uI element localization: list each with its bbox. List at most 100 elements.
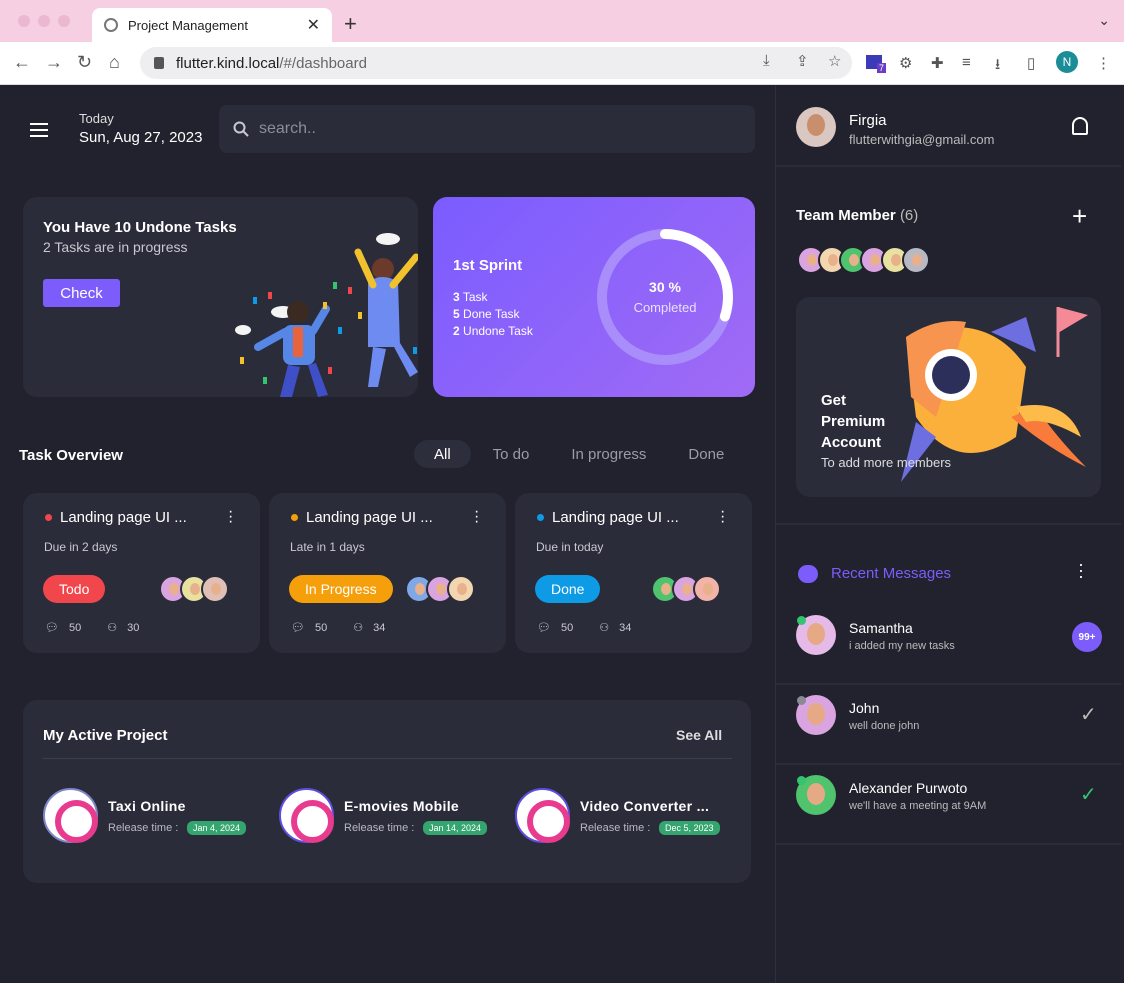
assignee-avatars (651, 575, 721, 603)
back-icon[interactable]: ← (13, 52, 31, 73)
close-tab-icon[interactable]: ✕ (307, 15, 320, 35)
more-options-icon[interactable]: · · · (228, 504, 233, 530)
hamburger-menu-icon[interactable] (30, 123, 48, 141)
add-member-icon[interactable]: + (1072, 201, 1087, 232)
comment-icon: 💬︎ (291, 622, 305, 634)
avatar (447, 575, 475, 603)
task-title: Landing page UI ... (60, 509, 187, 526)
message-sender: John (849, 700, 880, 716)
install-icon[interactable]: ⤓ (763, 52, 770, 69)
tab-in-progress[interactable]: In progress (551, 440, 666, 468)
search-box[interactable] (219, 105, 755, 153)
member-count: 30 (127, 621, 140, 634)
sidepanel-icon[interactable]: ▯ (1027, 54, 1035, 72)
status-badge[interactable]: In Progress (289, 575, 393, 603)
share-icon[interactable]: ⇪ (796, 52, 809, 70)
project-name: E-movies Mobile (344, 798, 459, 814)
team-member-count: (6) (899, 207, 919, 224)
message-item[interactable]: Alexander Purwoto we'll have a meeting a… (776, 765, 1121, 845)
divider (43, 758, 732, 759)
message-preview: we'll have a meeting at 9AM (849, 800, 987, 812)
task-card[interactable]: Landing page UI ... · · · Due in 2 days To… (23, 493, 260, 653)
see-all-link[interactable]: See All (676, 727, 722, 743)
sprint-card: 1st Sprint 3 Task 5 Done Task 2 Undone T… (433, 197, 755, 397)
in-progress-subtitle: 2 Tasks are in progress (43, 239, 188, 255)
tab-todo[interactable]: To do (473, 440, 550, 468)
globe-icon (104, 18, 118, 32)
browser-tab-strip: Project Management ✕ + ⌄ (0, 0, 1124, 42)
today-date: Sun, Aug 27, 2023 (79, 129, 203, 146)
task-meta: 💬︎ 50 ⚇ 30 (45, 621, 140, 635)
extension-badge: 7 (877, 63, 887, 73)
message-item[interactable]: Samantha i added my new tasks 99+ (776, 605, 1121, 685)
message-preview: i added my new tasks (849, 640, 955, 652)
undone-tasks-title: You Have 10 Undone Tasks (43, 219, 237, 236)
unread-count-badge: 99+ (1072, 622, 1102, 652)
status-dot (291, 514, 298, 521)
new-tab-icon[interactable]: + (344, 11, 357, 37)
celebration-illustration (235, 233, 418, 397)
sprint-percent: 30 % (649, 279, 681, 295)
today-label: Today (79, 111, 114, 126)
right-sidebar: Firgia flutterwithgia@gmail.com Team Mem… (775, 85, 1121, 983)
user-avatar[interactable] (796, 107, 836, 147)
team-member-title: Team Member (6) (796, 207, 919, 224)
tab-search-icon[interactable]: ⌄ (1098, 12, 1110, 29)
task-due: Late in 1 days (290, 540, 365, 554)
more-options-icon[interactable]: · · · (474, 504, 479, 530)
address-bar[interactable]: flutter.kind.local/#/dashboard (140, 47, 852, 79)
avatar (201, 575, 229, 603)
home-icon[interactable]: ⌂ (109, 52, 120, 73)
message-sender: Samantha (849, 620, 913, 636)
search-input[interactable] (259, 120, 466, 138)
tab-title: Project Management (128, 17, 248, 33)
sprint-completed-label: Completed (633, 300, 697, 315)
premium-card[interactable]: Get Premium Account To add more members (796, 297, 1101, 497)
more-options-icon[interactable]: · · · (720, 504, 725, 530)
members-icon: ⚇ (599, 622, 610, 634)
settings-extension-icon[interactable]: ⚙ (899, 54, 912, 72)
download-icon[interactable]: ⭳ (995, 54, 1000, 79)
status-badge[interactable]: Todo (43, 575, 106, 603)
profile-avatar[interactable]: N (1056, 51, 1078, 73)
release-label: Release time : (344, 822, 415, 834)
comment-count: 50 (560, 621, 574, 634)
active-projects-card: My Active Project See All Taxi Online Re… (23, 700, 751, 883)
bookmark-star-icon[interactable]: ☆ (828, 52, 841, 70)
status-dot (45, 514, 52, 521)
message-item[interactable]: John well done john ✓ (776, 685, 1121, 765)
forward-icon[interactable]: → (45, 52, 63, 73)
project-item[interactable]: Video Converter ... Release time : Dec 5… (515, 788, 735, 844)
project-item[interactable]: E-movies Mobile Release time : Jan 14, 2… (279, 788, 499, 844)
tab-done[interactable]: Done (668, 440, 744, 468)
assignee-avatars (405, 575, 475, 603)
browser-tab[interactable]: Project Management ✕ (92, 8, 332, 42)
sprint-title: 1st Sprint (453, 257, 523, 274)
check-button[interactable]: Check (43, 279, 120, 307)
menu-kebab-icon[interactable]: ⋮ (1096, 54, 1111, 72)
media-icon[interactable]: ≡ (962, 54, 971, 71)
member-count: 34 (619, 621, 632, 634)
puzzle-icon[interactable]: ✚ (931, 54, 944, 72)
task-meta: 💬︎ 50 ⚇ 34 (291, 621, 385, 635)
notification-bell-icon[interactable] (1072, 117, 1088, 135)
divider (776, 523, 1121, 525)
members-icon: ⚇ (353, 622, 364, 634)
status-badge[interactable]: Done (535, 575, 601, 603)
reload-icon[interactable]: ↻ (77, 52, 92, 73)
undone-tasks-card: You Have 10 Undone Tasks 2 Tasks are in … (23, 197, 418, 397)
messages-more-icon[interactable]: · · · (1078, 555, 1084, 585)
task-card[interactable]: Landing page UI ... · · · Late in 1 days I… (269, 493, 506, 653)
avatar[interactable] (902, 246, 930, 274)
tab-all[interactable]: All (414, 440, 471, 468)
sprint-stat: 2 Undone Task (453, 324, 533, 338)
online-status-dot (797, 776, 806, 785)
task-filter-tabs: All To do In progress Done (414, 440, 744, 468)
premium-title: Get Premium Account (821, 392, 886, 451)
window-controls[interactable] (18, 15, 70, 27)
read-check-icon: ✓ (1080, 704, 1097, 726)
task-card[interactable]: Landing page UI ... · · · Due in today Don… (515, 493, 752, 653)
comment-count: 50 (68, 621, 82, 634)
url-path: /#/dashboard (279, 54, 367, 72)
project-item[interactable]: Taxi Online Release time : Jan 4, 2024 (43, 788, 263, 844)
